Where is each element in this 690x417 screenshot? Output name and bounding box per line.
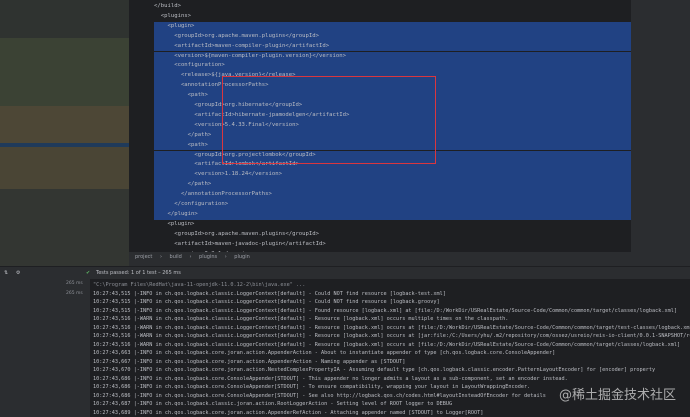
breadcrumb-item[interactable]: plugin: [234, 254, 249, 260]
right-panel: [631, 0, 690, 267]
left-panel-band: [0, 38, 129, 106]
code-line[interactable]: <plugin>: [154, 220, 631, 230]
code-line[interactable]: <artifactId>maven-compiler-plugin</artif…: [154, 41, 631, 52]
left-panel: [0, 0, 129, 267]
code-line[interactable]: <version>1.18.24</version>: [154, 170, 631, 181]
code-line[interactable]: <version>${maven-compiler-plugin.version…: [154, 51, 631, 62]
breadcrumb-item[interactable]: project: [135, 254, 152, 260]
code-line[interactable]: <configuration>: [154, 61, 631, 72]
console-line: 10:27:43,689 |-INFO in ch.qos.logback.co…: [93, 409, 484, 416]
breadcrumb-separator: ›: [189, 254, 192, 260]
watermark: @稀土掘金技术社区: [558, 388, 676, 403]
code-line[interactable]: </configuration>: [154, 200, 631, 210]
test-time: 265 ms: [66, 281, 83, 286]
tests-passed-label: Tests passed: 1 of 1 test – 265 ms: [96, 270, 181, 276]
check-icon: ✔: [86, 270, 91, 276]
breadcrumb-separator: ›: [159, 254, 162, 260]
code-line[interactable]: <plugin>: [154, 21, 631, 32]
code-editor[interactable]: </build> <plugins> <plugin> <groupId>org…: [129, 0, 631, 252]
settings-icon[interactable]: ⚙: [16, 267, 20, 279]
line-gutter: [129, 0, 154, 252]
sort-icon[interactable]: ⇅: [4, 267, 8, 279]
code-line[interactable]: </plugin>: [154, 209, 631, 220]
code-line[interactable]: <groupId>org.apache.maven.plugins</group…: [154, 31, 631, 42]
left-panel-band: [0, 189, 129, 267]
breadcrumb-item[interactable]: build: [170, 254, 182, 260]
code-line[interactable]: </annotationProcessorPaths>: [154, 190, 631, 200]
breadcrumb: project › build › plugins › plugin: [129, 252, 631, 262]
code-line[interactable]: <groupId>org.apache.maven.plugins</group…: [154, 230, 631, 240]
left-panel-band: [0, 147, 129, 189]
code-line[interactable]: <artifactId>maven-javadoc-plugin</artifa…: [154, 240, 631, 250]
test-tree[interactable]: 265 ms 265 ms: [0, 279, 90, 417]
left-panel-band: [0, 0, 129, 38]
code-line[interactable]: </path>: [154, 180, 631, 191]
code-line[interactable]: <plugins>: [154, 12, 631, 22]
breadcrumb-separator: ›: [224, 254, 227, 260]
left-panel-band: [0, 106, 129, 143]
test-time: 265 ms: [66, 291, 83, 296]
code-line[interactable]: </build>: [154, 2, 631, 12]
highlight-box: [222, 76, 436, 164]
run-toolbar: ⇅ ⚙ ✔ Tests passed: 1 of 1 test – 265 ms: [0, 267, 690, 279]
breadcrumb-item[interactable]: plugins: [199, 254, 217, 260]
